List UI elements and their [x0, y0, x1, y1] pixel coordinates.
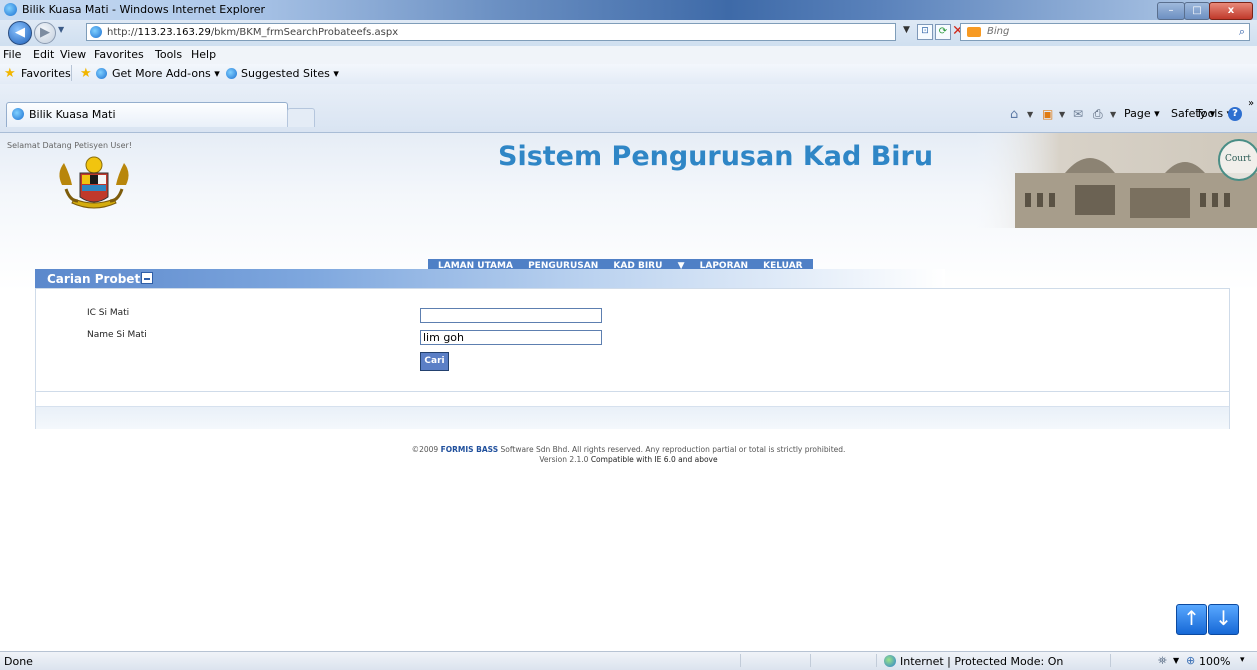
form-footer-band — [36, 406, 1229, 429]
home-dropdown-icon[interactable]: ▼ — [1027, 110, 1033, 119]
system-title: Sistem Pengurusan Kad Biru — [498, 141, 934, 172]
close-button[interactable]: x — [1209, 2, 1253, 20]
url-path: /bkm/BKM_frmSearchProbateefs.aspx — [210, 27, 399, 38]
menu-view[interactable]: View — [60, 48, 86, 61]
print-icon[interactable]: ⎙ — [1093, 107, 1103, 122]
status-separator — [740, 654, 741, 667]
addons-icon — [96, 68, 107, 79]
version-text: Version 2.1.0 — [539, 455, 589, 464]
help-icon[interactable]: ? — [1228, 107, 1242, 121]
status-separator — [1110, 654, 1111, 667]
favorites-divider — [71, 65, 72, 81]
copyright-line-2: Version 2.1.0 Compatible with IE 6.0 and… — [0, 455, 1257, 465]
status-separator — [810, 654, 811, 667]
protected-mode-icon[interactable]: ⛯ — [1158, 654, 1167, 668]
name-input[interactable]: lim goh — [420, 330, 602, 345]
menu-edit[interactable]: Edit — [33, 48, 54, 61]
window-title-bar[interactable]: Bilik Kuasa Mati - Windows Internet Expl… — [0, 0, 1257, 20]
url-field[interactable]: http://113.23.163.29/bkm/BKM_frmSearchPr… — [86, 23, 896, 41]
copyright-line-1: ©2009 FORMIS BASS Software Sdn Bhd. All … — [0, 445, 1257, 455]
more-commands-icon[interactable]: » — [1248, 98, 1254, 109]
form-divider — [36, 391, 1229, 392]
status-text: Done — [4, 655, 33, 668]
url-host: 113.23.163.29 — [137, 27, 211, 38]
menu-file[interactable]: File — [3, 48, 21, 61]
back-button[interactable]: ◀ — [8, 21, 32, 45]
internet-zone-icon — [884, 655, 896, 667]
welcome-text: Selamat Datang Petisyen User! — [7, 141, 132, 150]
window-title: Bilik Kuasa Mati - Windows Internet Expl… — [22, 3, 266, 16]
copyright-year: ©2009 — [411, 445, 439, 454]
tab-bilik-kuasa-mati[interactable]: Bilik Kuasa Mati — [6, 102, 288, 127]
zoom-level[interactable]: 100% — [1199, 655, 1230, 668]
menu-favorites[interactable]: Favorites — [94, 48, 144, 61]
section-title: Carian Probet — [47, 272, 141, 286]
address-toolbar: ◀ ▶ ▼ http://113.23.163.29/bkm/BKM_frmSe… — [0, 20, 1257, 46]
maximize-button[interactable]: □ — [1184, 2, 1210, 20]
page-icon — [90, 26, 102, 38]
menu-bar: File Edit View Favorites Tools Help — [0, 46, 1257, 64]
scroll-up-button[interactable]: ↑ — [1176, 604, 1207, 635]
page-menu[interactable]: Page ▾ — [1124, 107, 1160, 120]
feeds-dropdown-icon[interactable]: ▼ — [1059, 110, 1065, 119]
address-dropdown-icon[interactable]: ▼ — [903, 25, 910, 35]
ie-logo-icon — [4, 3, 17, 16]
court-badge: Court — [1218, 139, 1257, 181]
menu-tools[interactable]: Tools — [155, 48, 182, 61]
coat-of-arms-logo — [59, 156, 129, 209]
zoom-icon[interactable]: ⊕ — [1186, 654, 1195, 667]
suggested-sites-icon — [226, 68, 237, 79]
compatibility-text: Compatible with IE 6.0 and above — [590, 455, 718, 464]
forward-button[interactable]: ▶ — [34, 22, 56, 44]
page-content: Selamat Datang Petisyen User! Sistem Pen… — [0, 132, 1257, 652]
status-separator — [876, 654, 877, 667]
add-favorite-icon[interactable]: ★ — [80, 66, 92, 81]
zoom-dropdown-icon[interactable]: ▾ — [1240, 655, 1245, 665]
tab-icon — [12, 108, 24, 120]
favorites-button[interactable]: Favorites — [21, 67, 71, 80]
cari-button[interactable]: Cari — [420, 352, 449, 371]
protected-mode-dropdown-icon[interactable]: ▼ — [1173, 656, 1179, 665]
bing-icon — [967, 27, 981, 37]
minimize-button[interactable]: – — [1157, 2, 1185, 20]
refresh-icon[interactable]: ⟳ — [935, 24, 951, 40]
url-prefix: http:// — [107, 27, 138, 38]
favorites-star-icon: ★ — [4, 66, 16, 81]
get-addons-link[interactable]: Get More Add-ons ▾ — [112, 67, 220, 80]
copyright-footer: ©2009 FORMIS BASS Software Sdn Bhd. All … — [0, 445, 1257, 465]
home-icon[interactable]: ⌂ — [1010, 107, 1018, 122]
ic-input[interactable] — [420, 308, 602, 323]
ic-label: IC Si Mati — [87, 308, 130, 318]
status-bar: Done Internet | Protected Mode: On ⛯ ▼ ⊕… — [0, 651, 1257, 670]
collapse-icon[interactable] — [141, 272, 153, 284]
copyright-text: Software Sdn Bhd. All rights reserved. A… — [500, 445, 846, 454]
search-box[interactable]: Bing ⌕ — [960, 23, 1250, 41]
section-header: Carian Probet — [35, 269, 945, 288]
search-icon[interactable]: ⌕ — [1239, 25, 1245, 39]
court-badge-text: Court — [1225, 154, 1252, 164]
new-tab-button[interactable] — [287, 108, 315, 127]
tab-bar: Bilik Kuasa Mati ⌂ ▼ ▣ ▼ ✉ ⎙ ▼ Page ▾ Sa… — [0, 84, 1257, 132]
compatibility-view-icon[interactable]: ⊡ — [917, 24, 933, 40]
search-placeholder: Bing — [987, 26, 1010, 37]
security-zone-text[interactable]: Internet | Protected Mode: On — [900, 655, 1063, 668]
tools-menu[interactable]: Tools ▾ — [1196, 107, 1232, 120]
court-building-image — [975, 133, 1257, 228]
print-dropdown-icon[interactable]: ▼ — [1110, 110, 1116, 119]
history-dropdown-icon[interactable]: ▼ — [58, 25, 64, 34]
name-label: Name Si Mati — [87, 330, 147, 340]
menu-help[interactable]: Help — [191, 48, 216, 61]
tab-label: Bilik Kuasa Mati — [29, 108, 116, 121]
suggested-sites-link[interactable]: Suggested Sites ▾ — [241, 67, 339, 80]
scroll-down-button[interactable]: ↓ — [1208, 604, 1239, 635]
feeds-icon[interactable]: ▣ — [1042, 107, 1053, 121]
company-name: FORMIS BASS — [440, 445, 499, 454]
mail-icon[interactable]: ✉ — [1073, 107, 1083, 121]
favorites-bar: ★ Favorites ★ Get More Add-ons ▾ Suggest… — [0, 64, 1257, 85]
